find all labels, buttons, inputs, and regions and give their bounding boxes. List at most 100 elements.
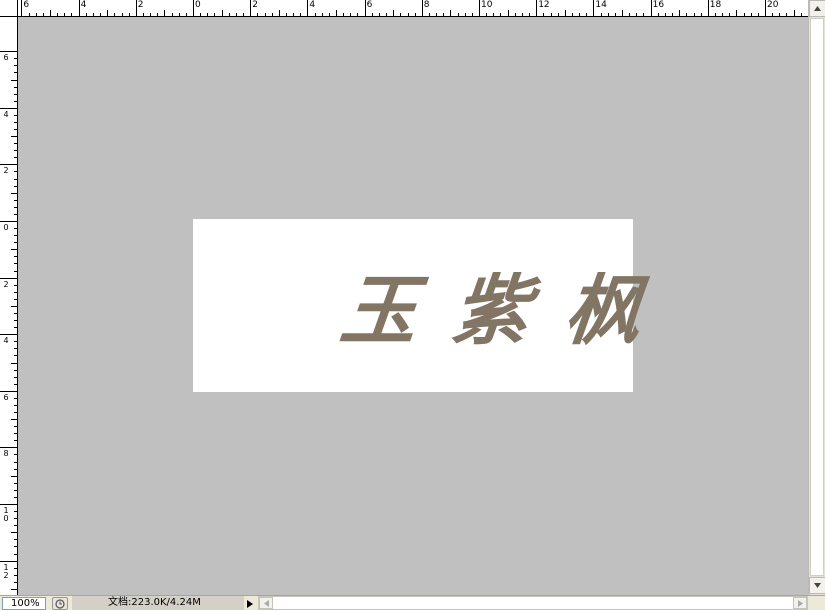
scroll-down-button[interactable] <box>809 577 825 594</box>
ruler-label: 6 <box>366 0 373 10</box>
ruler-minor-tick <box>14 171 17 173</box>
ruler-major-tick <box>479 0 480 16</box>
ruler-minor-tick <box>207 13 209 16</box>
ruler-minor-tick <box>100 13 102 16</box>
ruler-minor-tick <box>557 13 559 16</box>
ruler-minor-tick <box>14 348 17 350</box>
ruler-minor-tick <box>14 129 17 131</box>
scroll-right-button[interactable] <box>793 597 807 609</box>
ruler-minor-tick <box>128 13 130 16</box>
arrow-right-icon <box>797 599 803 607</box>
ruler-label: 2 <box>137 0 144 10</box>
ruler-label: 10 <box>481 0 493 10</box>
ruler-minor-tick <box>378 13 380 16</box>
ruler-minor-tick <box>142 13 144 16</box>
ruler-minor-tick <box>543 13 545 16</box>
ruler-minor-tick <box>42 13 44 16</box>
ruler-minor-tick <box>750 13 752 16</box>
ruler-minor-tick <box>14 376 17 378</box>
ruler-minor-tick <box>400 13 402 16</box>
ruler-minor-tick <box>14 58 17 60</box>
vertical-ruler[interactable]: 6 4 2 0 2 4 6 8 10 12 <box>0 17 18 595</box>
ruler-minor-tick <box>14 320 17 322</box>
ruler-minor-tick <box>350 13 352 16</box>
ruler-minor-tick <box>14 263 17 265</box>
ruler-major-tick <box>650 0 652 16</box>
ruler-minor-tick <box>14 235 17 237</box>
ruler-minor-tick <box>14 150 17 152</box>
horizontal-scrollbar[interactable] <box>258 596 808 610</box>
ruler-origin-corner[interactable] <box>0 0 18 17</box>
ruler-minor-tick <box>457 13 459 16</box>
ruler-label: 6 <box>3 392 9 402</box>
ruler-minor-tick <box>14 581 17 583</box>
info-menu-button[interactable] <box>244 597 256 610</box>
arrow-up-icon <box>814 6 821 11</box>
ruler-minor-tick <box>14 397 17 399</box>
ruler-label: 16 <box>652 0 665 10</box>
ruler-minor-tick <box>14 242 17 244</box>
ruler-minor-tick <box>150 13 152 16</box>
ruler-minor-tick <box>228 13 230 16</box>
ruler-minor-tick <box>757 13 759 16</box>
scroll-up-button[interactable] <box>809 0 825 17</box>
glyph-yu: 玉 <box>336 266 422 355</box>
ruler-major-tick <box>0 334 17 336</box>
ruler-label: 4 <box>3 109 9 119</box>
pasteboard[interactable]: 玉 紫 枫 <box>19 18 808 595</box>
document-canvas[interactable]: 玉 紫 枫 <box>193 219 646 392</box>
ruler-minor-tick <box>471 13 473 16</box>
ruler-minor-tick <box>14 489 17 491</box>
ruler-minor-tick <box>271 13 273 16</box>
ruler-minor-tick <box>14 525 17 527</box>
ruler-minor-tick <box>14 369 17 371</box>
ruler-minor-tick <box>336 10 337 16</box>
scroll-left-button[interactable] <box>259 597 273 609</box>
horizontal-ruler[interactable]: 6 4 2 0 2 4 6 8 10 12 14 16 18 20 <box>18 0 808 17</box>
ruler-minor-tick <box>657 13 659 16</box>
zoom-level-field[interactable]: 100% <box>2 597 46 610</box>
ruler-minor-tick <box>11 192 17 194</box>
history-icon <box>55 598 65 609</box>
ruler-minor-tick <box>328 13 330 16</box>
ruler-minor-tick <box>729 13 731 16</box>
ruler-major-tick <box>135 0 137 16</box>
ruler-minor-tick <box>14 539 17 541</box>
ruler-minor-tick <box>11 532 17 534</box>
ruler-minor-tick <box>14 461 17 463</box>
vertical-scroll-thumb[interactable] <box>810 18 824 576</box>
size-grip[interactable] <box>808 596 825 610</box>
ruler-label: 10 <box>3 506 9 523</box>
history-button[interactable] <box>52 597 68 610</box>
status-bar: 100% 文档:223.0K/4.24M <box>0 595 825 610</box>
ruler-minor-tick <box>643 13 645 16</box>
ruler-minor-tick <box>743 13 745 16</box>
ruler-minor-tick <box>407 13 409 16</box>
ruler-minor-tick <box>164 10 166 16</box>
ruler-minor-tick <box>679 10 681 16</box>
ruler-minor-tick <box>321 13 323 16</box>
ruler-minor-tick <box>793 10 795 16</box>
ruler-minor-tick <box>393 10 395 16</box>
ruler-minor-tick <box>14 433 17 435</box>
ruler-minor-tick <box>11 249 17 251</box>
ruler-minor-tick <box>614 13 616 16</box>
ruler-minor-tick <box>622 10 623 16</box>
ruler-major-tick <box>78 0 80 16</box>
arrow-left-icon <box>263 599 269 607</box>
calligraphy-text: 玉 紫 枫 <box>336 261 645 361</box>
ruler-minor-tick <box>14 121 17 123</box>
ruler-minor-tick <box>278 10 280 16</box>
ruler-minor-tick <box>514 13 516 16</box>
ruler-label: 6 <box>3 53 9 63</box>
ruler-minor-tick <box>14 185 17 187</box>
ruler-minor-tick <box>371 13 373 16</box>
ruler-minor-tick <box>200 13 202 16</box>
ruler-minor-tick <box>11 475 17 477</box>
ruler-label: 6 <box>23 0 30 10</box>
ruler-minor-tick <box>600 13 602 16</box>
ruler-minor-tick <box>14 86 17 88</box>
ruler-minor-tick <box>500 13 502 16</box>
vertical-scrollbar[interactable] <box>808 0 825 595</box>
ruler-minor-tick <box>779 13 781 16</box>
